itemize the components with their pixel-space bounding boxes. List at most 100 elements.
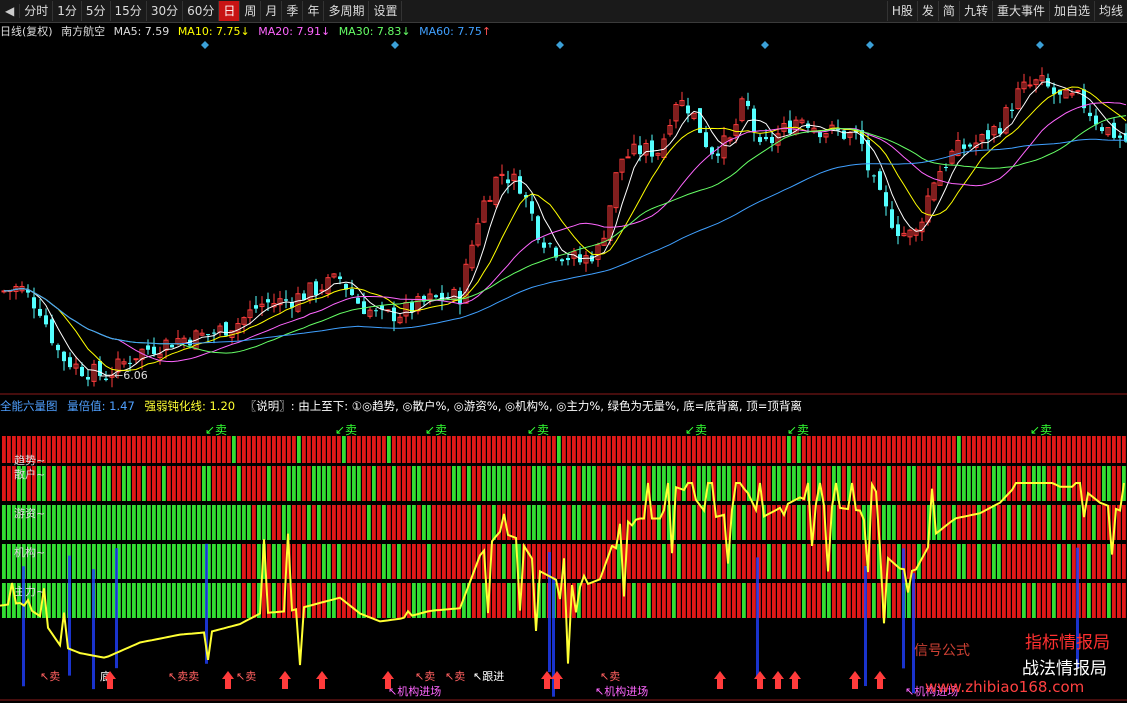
band-bar [277, 466, 281, 501]
band-bar [417, 544, 421, 579]
candle-body [686, 105, 690, 114]
band-bar [112, 436, 116, 463]
band-bar [687, 583, 691, 618]
band-bar [652, 466, 656, 501]
toolbar-button-6[interactable]: 均线 [1093, 1, 1127, 21]
band-bar [142, 436, 146, 463]
band-bar [512, 505, 516, 540]
band-bar [1062, 505, 1066, 540]
watermark-3: 信号公式 [914, 643, 970, 659]
band-bar [872, 583, 876, 618]
band-bar [587, 505, 591, 540]
band-bar [322, 505, 326, 540]
band-bar [947, 544, 951, 579]
band-bar [352, 544, 356, 579]
band-bar [162, 505, 166, 540]
band-bar [1092, 505, 1096, 540]
toolbar-button-2[interactable]: 简 [937, 1, 959, 21]
band-bar [977, 436, 981, 463]
candle-body [536, 216, 540, 241]
band-bar [792, 583, 796, 618]
band-bar [342, 544, 346, 579]
period-tab-10[interactable]: 年 [303, 1, 325, 21]
band-bar [162, 544, 166, 579]
band-bar [737, 583, 741, 618]
band-bar [477, 583, 481, 618]
band-bar [272, 505, 276, 540]
band-bar [987, 544, 991, 579]
band-bar [682, 544, 686, 579]
band-bar [1117, 466, 1121, 501]
toolbar-button-4[interactable]: 重大事件 [991, 1, 1049, 21]
period-tab-1[interactable]: 1分 [53, 1, 82, 21]
period-tab-7[interactable]: 周 [240, 1, 262, 21]
back-arrow-icon[interactable]: ◀ [0, 4, 21, 18]
band-bar [562, 505, 566, 540]
band-bar [92, 436, 96, 463]
toolbar-button-1[interactable]: 发 [916, 1, 938, 21]
period-tab-8[interactable]: 月 [261, 1, 283, 21]
toolbar-button-3[interactable]: 九转 [958, 1, 992, 21]
band-bar [587, 436, 591, 463]
band-bar [412, 436, 416, 463]
period-tab-6[interactable]: 日 [219, 1, 241, 21]
band-bar [1022, 583, 1026, 618]
band-bar [442, 505, 446, 540]
band-bar [987, 583, 991, 618]
band-bar [537, 436, 541, 463]
band-bar [917, 436, 921, 463]
band-bar [397, 544, 401, 579]
band-bar [547, 436, 551, 463]
band-bar [972, 544, 976, 579]
band-bar [832, 436, 836, 463]
period-tab-2[interactable]: 5分 [82, 1, 111, 21]
period-tab-11[interactable]: 多周期 [324, 1, 370, 21]
band-bar [337, 505, 341, 540]
band-bar [1022, 436, 1026, 463]
band-bar [882, 466, 886, 501]
band-bar [82, 505, 86, 540]
band-bar [1092, 436, 1096, 463]
band-bar [332, 466, 336, 501]
band-bar [412, 505, 416, 540]
ma60-line [3, 138, 1126, 345]
band-bar [107, 466, 111, 501]
period-tab-0[interactable]: 分时 [20, 1, 54, 21]
band-bar [177, 466, 181, 501]
toolbar-button-0[interactable]: H股 [886, 1, 917, 21]
band-bar [77, 544, 81, 579]
candlestick-chart[interactable]: ←6.06 [0, 40, 1127, 395]
band-bar [512, 436, 516, 463]
buy-arrow [714, 671, 726, 689]
band-bar [177, 583, 181, 618]
band-bar [827, 583, 831, 618]
band-bar [682, 466, 686, 501]
band-bar [292, 436, 296, 463]
period-tab-12[interactable]: 设置 [369, 1, 403, 21]
candle-body [487, 199, 493, 202]
band-bar [572, 436, 576, 463]
band-bar [827, 436, 831, 463]
period-tab-9[interactable]: 季 [282, 1, 304, 21]
band-bar [117, 466, 121, 501]
band-bar [847, 583, 851, 618]
period-tab-5[interactable]: 60分 [183, 1, 220, 21]
institution-entry-1: ↖机构进场 [595, 684, 648, 698]
band-bar [907, 544, 911, 579]
band-bar [102, 466, 106, 501]
band-bar [777, 436, 781, 463]
toolbar-right: H股发简九转 重大事件 加自选 均线 [886, 1, 1127, 21]
candle-body [746, 100, 750, 107]
band-bar [762, 466, 766, 501]
band-bar [837, 436, 841, 463]
band-bar [312, 505, 316, 540]
band-bar [387, 436, 391, 463]
band-bar [107, 505, 111, 540]
period-tab-3[interactable]: 15分 [111, 1, 147, 21]
candle-body [1112, 122, 1116, 138]
band-bar [372, 436, 376, 463]
band-bar [167, 436, 171, 463]
band-bar [767, 466, 771, 501]
toolbar-button-5[interactable]: 加自选 [1048, 1, 1094, 21]
period-tab-4[interactable]: 30分 [147, 1, 184, 21]
